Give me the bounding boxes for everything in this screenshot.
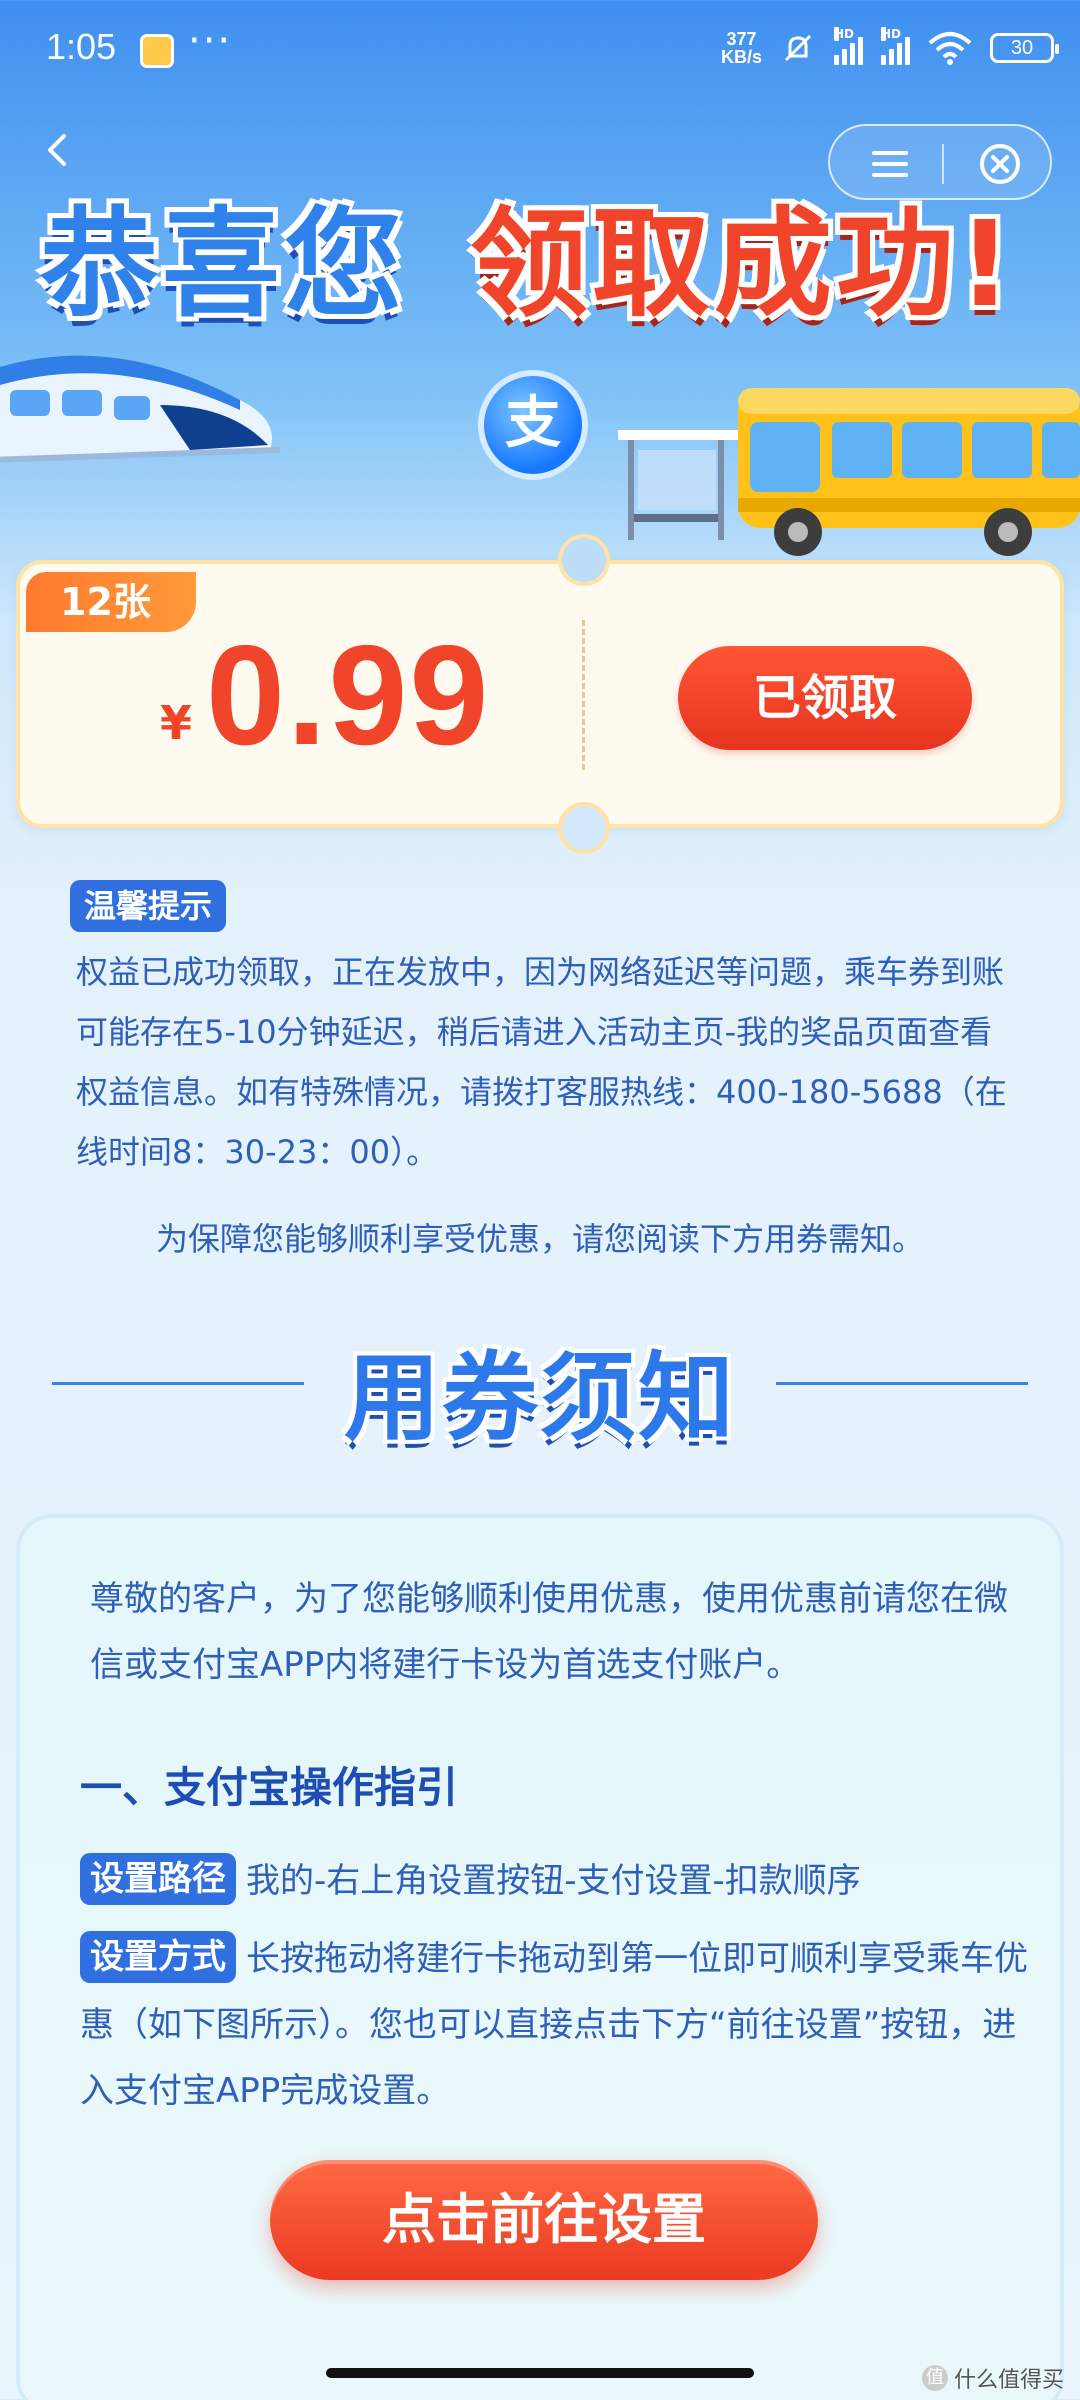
notification-app-icon (140, 34, 174, 68)
status-time: 1:05 (46, 26, 117, 67)
home-indicator[interactable] (326, 2368, 754, 2378)
reminder-note: 为保障您能够顺利享受优惠，请您阅读下方用券需知。 (155, 1220, 924, 1258)
section-divider-right (776, 1382, 1028, 1385)
watermark: 值 什么值得买 (921, 2362, 1064, 2394)
setting-path-row: 设置路径 我的-右上角设置按钮-支付设置-扣款顺序 (80, 1848, 1030, 1914)
battery-icon: 30 (990, 33, 1059, 63)
watermark-text: 什么值得买 (953, 2368, 1064, 2393)
ride-coupon-card: 12张 ¥ 0.99 已领取 (16, 534, 1064, 854)
mute-icon (784, 34, 812, 62)
guide-intro: 尊敬的客户，为了您能够顺利使用优惠，使用优惠前请您在微信或支付宝APP内将建行卡… (90, 1579, 1008, 1685)
watermark-logo-icon: 值 (921, 2365, 948, 2391)
setting-path-text: 我的-右上角设置按钮-支付设置-扣款顺序 (246, 1861, 861, 1901)
back-icon[interactable] (38, 130, 78, 170)
setting-method-tag: 设置方式 (80, 1931, 236, 1983)
claimed-button[interactable]: 已领取 (678, 646, 972, 750)
signal-icon-sim1: HD (834, 27, 863, 65)
coupon-count-badge: 12张 (26, 572, 196, 632)
bus-illustration (738, 388, 1080, 556)
network-speed: 377 KB/s (720, 29, 762, 67)
reminder-text: 权益已成功领取，正在发放中，因为网络延迟等问题，乘车券到账可能存在5-10分钟延… (76, 953, 1007, 1171)
ticket-notch (558, 802, 610, 854)
status-indicators: 377 KB/s HD HD 30 (720, 27, 1059, 67)
price-currency: ¥ (160, 696, 193, 750)
signal-icon-sim2: HD (881, 27, 910, 65)
setting-path-tag: 设置路径 (80, 1853, 236, 1905)
more-notifications-icon: ··· (188, 18, 233, 64)
guide-heading: 一、支付宝操作指引 (80, 1763, 459, 1812)
go-to-settings-button[interactable]: 点击前往设置 (270, 2160, 818, 2280)
reminder-tag: 温馨提示 (70, 880, 227, 932)
wifi-icon (928, 32, 972, 65)
banner-illustration: 支 (0, 300, 1080, 560)
train-illustration (0, 355, 281, 463)
alipay-icon: 支 (478, 370, 588, 480)
success-headline: 恭喜您 领取成功! (40, 168, 1060, 333)
ticket-divider (582, 620, 585, 770)
coupon-price: 0.99 (206, 616, 491, 775)
ticket-notch (558, 534, 610, 586)
section-divider-left (52, 1382, 304, 1385)
section-title: 用券须知 (344, 1342, 736, 1454)
setting-method-row: 设置方式 长按拖动将建行卡拖动到第一位即可顺利享受乘车优惠（如下图所示）。您也可以… (80, 1926, 1030, 2124)
usage-guide-card: 尊敬的客户，为了您能够顺利使用优惠，使用优惠前请您在微信或支付宝APP内将建行卡… (16, 1514, 1064, 2400)
status-bar: 1:05 ··· 377 KB/s HD HD 30 (0, 0, 1080, 100)
